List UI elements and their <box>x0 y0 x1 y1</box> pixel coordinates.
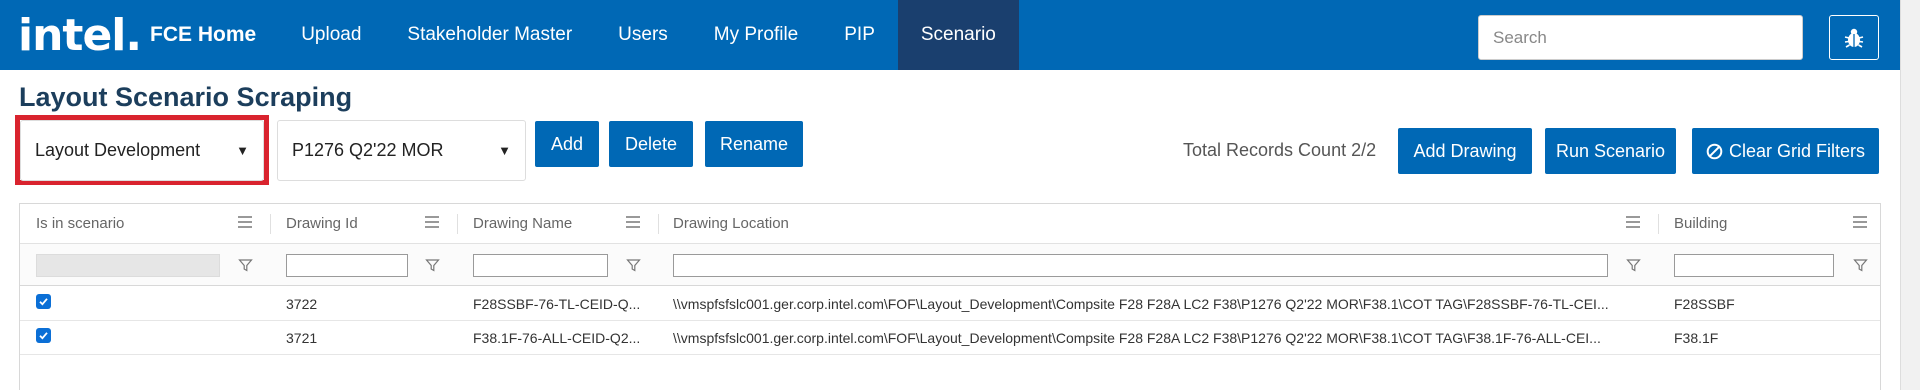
column-menu-icon[interactable] <box>1853 216 1867 228</box>
run-scenario-button[interactable]: Run Scenario <box>1545 128 1676 174</box>
column-menu-icon[interactable] <box>626 216 640 228</box>
page-title: Layout Scenario Scraping <box>19 82 353 112</box>
checkmark-icon <box>39 298 48 306</box>
fce-home-link[interactable]: FCE Home <box>150 23 256 47</box>
cell-drawing-location: \\vmspfsfslc001.ger.corp.intel.com\FOF\L… <box>673 330 1601 346</box>
cell-drawing-id: 3722 <box>286 296 318 312</box>
top-navbar: intel. FCE Home Upload Stakeholder Maste… <box>0 0 1900 70</box>
column-menu-icon[interactable] <box>1626 216 1640 228</box>
intel-logo[interactable]: intel. <box>18 10 142 61</box>
table-row[interactable]: 3721 F38.1F-76-ALL-CEID-Q2... \\vmspfsfs… <box>20 321 1880 355</box>
filter-icon[interactable] <box>626 258 641 273</box>
column-separator[interactable] <box>1658 214 1659 234</box>
add-drawing-button[interactable]: Add Drawing <box>1398 128 1532 174</box>
caret-down-icon: ▼ <box>498 143 511 158</box>
column-menu-icon[interactable] <box>425 216 439 228</box>
table-row[interactable]: 3722 F28SSBF-76-TL-CEID-Q... \\vmspfsfsl… <box>20 287 1880 321</box>
column-separator[interactable] <box>270 214 271 234</box>
column-separator[interactable] <box>457 214 458 234</box>
col-header-drawing-id[interactable]: Drawing Id <box>286 215 358 232</box>
cell-drawing-name: F38.1F-76-ALL-CEID-Q2... <box>473 330 641 346</box>
cell-drawing-name: F28SSBF-76-TL-CEID-Q... <box>473 296 641 312</box>
filter-input-is-in-scenario <box>36 254 220 277</box>
cell-drawing-id: 3721 <box>286 330 318 346</box>
records-count: Total Records Count 2/2 <box>1183 140 1377 160</box>
cell-drawing-location: \\vmspfsfslc001.ger.corp.intel.com\FOF\L… <box>673 296 1609 312</box>
cell-building: F38.1F <box>1674 330 1719 346</box>
category-select[interactable]: Layout Development ▼ <box>20 120 264 181</box>
filter-input-drawing-name[interactable] <box>473 254 608 277</box>
col-header-is-in-scenario[interactable]: Is in scenario <box>36 215 124 232</box>
nav-pip[interactable]: PIP <box>821 0 898 70</box>
cell-building: F28SSBF <box>1674 296 1735 312</box>
grid-filter-row <box>20 244 1880 286</box>
filter-icon[interactable] <box>1853 258 1868 273</box>
grid-header: Is in scenario Drawing Id Drawing Name D… <box>20 204 1880 244</box>
filter-input-building[interactable] <box>1674 254 1834 277</box>
search-input[interactable]: Search <box>1478 15 1803 60</box>
category-select-value: Layout Development <box>35 140 201 160</box>
filter-input-drawing-location[interactable] <box>673 254 1608 277</box>
filter-input-drawing-id[interactable] <box>286 254 408 277</box>
column-menu-icon[interactable] <box>238 216 252 228</box>
clear-grid-filters-label: Clear Grid Filters <box>1728 140 1866 161</box>
nav-upload[interactable]: Upload <box>278 0 384 70</box>
scenario-select[interactable]: P1276 Q2'22 MOR ▼ <box>277 120 526 181</box>
ban-icon <box>1706 143 1723 159</box>
bug-icon <box>1844 28 1864 48</box>
scenario-select-value: P1276 Q2'22 MOR <box>292 140 444 160</box>
page-scrollbar[interactable] <box>1900 0 1920 390</box>
report-bug-button[interactable] <box>1829 15 1879 60</box>
delete-button[interactable]: Delete <box>609 121 693 167</box>
filter-icon[interactable] <box>1626 258 1641 273</box>
filter-icon[interactable] <box>238 258 253 273</box>
row-checkbox[interactable] <box>36 294 51 309</box>
col-header-building[interactable]: Building <box>1674 215 1727 232</box>
col-header-drawing-location[interactable]: Drawing Location <box>673 215 789 232</box>
add-button[interactable]: Add <box>535 121 599 167</box>
nav-users[interactable]: Users <box>595 0 691 70</box>
nav-my-profile[interactable]: My Profile <box>691 0 821 70</box>
nav-stakeholder-master[interactable]: Stakeholder Master <box>384 0 595 70</box>
col-header-drawing-name[interactable]: Drawing Name <box>473 215 572 232</box>
caret-down-icon: ▼ <box>236 143 249 158</box>
rename-button[interactable]: Rename <box>705 121 803 167</box>
row-checkbox[interactable] <box>36 328 51 343</box>
clear-grid-filters-button[interactable]: Clear Grid Filters <box>1692 128 1879 174</box>
nav-scenario[interactable]: Scenario <box>897 0 1019 70</box>
filter-icon[interactable] <box>425 258 440 273</box>
checkmark-icon <box>39 332 48 340</box>
drawings-grid: Is in scenario Drawing Id Drawing Name D… <box>19 203 1881 390</box>
column-separator[interactable] <box>658 214 659 234</box>
